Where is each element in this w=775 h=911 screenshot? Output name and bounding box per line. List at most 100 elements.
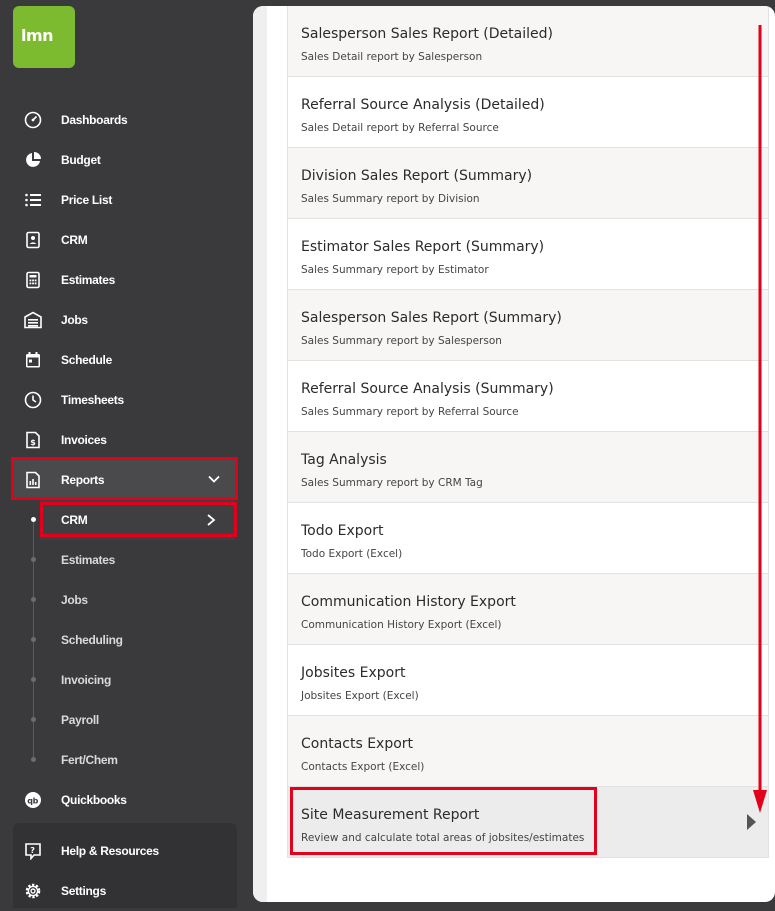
report-row[interactable]: Todo Export Todo Export (Excel) — [288, 503, 768, 574]
report-row[interactable]: Referral Source Analysis (Detailed) Sale… — [288, 77, 768, 148]
report-title: Jobsites Export — [301, 665, 406, 681]
report-subtitle: Communication History Export (Excel) — [301, 619, 502, 631]
sidebar-item-label: CRM — [61, 233, 88, 247]
report-title: Referral Source Analysis (Detailed) — [301, 97, 545, 113]
logo-text: lmn — [21, 26, 54, 45]
report-row[interactable]: Estimator Sales Report (Summary) Sales S… — [288, 219, 768, 290]
sidebar-item-timesheets[interactable]: Timesheets — [13, 380, 235, 420]
submenu-dot — [31, 637, 36, 642]
invoice-icon: $ — [24, 431, 42, 449]
sidebar-item-label: Jobs — [61, 313, 88, 327]
pie-chart-icon — [24, 151, 42, 169]
list-icon — [24, 191, 42, 209]
submenu-item-label: Estimates — [61, 553, 115, 567]
submenu-dot — [31, 557, 36, 562]
highlight-box — [11, 457, 238, 500]
sidebar-item-label: Estimates — [61, 273, 115, 287]
submenu-dot — [31, 757, 36, 762]
submenu-item-label: Fert/Chem — [61, 753, 118, 767]
submenu-item-label: Invoicing — [61, 673, 111, 687]
report-row[interactable]: Contacts Export Contacts Export (Excel) — [288, 716, 768, 787]
report-subtitle: Sales Summary report by Division — [301, 193, 480, 205]
scroll-down-arrow-annotation — [753, 25, 767, 813]
sidebar-item-label: Quickbooks — [61, 793, 127, 807]
sidebar-item-settings[interactable]: Settings — [13, 871, 235, 911]
sidebar: lmn Dashboards Budget Price List CRM Est… — [0, 0, 253, 908]
report-row[interactable]: Salesperson Sales Report (Detailed) Sale… — [288, 6, 768, 77]
submenu-dot — [31, 517, 36, 522]
submenu-item-payroll[interactable]: Payroll — [40, 700, 235, 740]
report-subtitle: Sales Summary report by Referral Source — [301, 406, 519, 418]
submenu-item-scheduling[interactable]: Scheduling — [40, 620, 235, 660]
report-subtitle: Sales Summary report by Salesperson — [301, 335, 502, 347]
report-subtitle: Todo Export (Excel) — [301, 548, 403, 560]
contact-card-icon — [24, 231, 42, 249]
sidebar-item-label: Price List — [61, 193, 113, 207]
dashboard-icon — [24, 111, 42, 129]
submenu-item-invoicing[interactable]: Invoicing — [40, 660, 235, 700]
sidebar-item-label: Invoices — [61, 433, 107, 447]
sidebar-item-label: Settings — [61, 884, 106, 898]
submenu-item-label: Jobs — [61, 593, 88, 607]
report-row[interactable]: Tag Analysis Sales Summary report by CRM… — [288, 432, 768, 503]
sidebar-item-label: Schedule — [61, 353, 112, 367]
submenu-item-label: Payroll — [61, 713, 99, 727]
sidebar-item-crm[interactable]: CRM — [13, 220, 235, 260]
lmn-logo[interactable]: lmn — [13, 6, 75, 68]
report-subtitle: Sales Detail report by Referral Source — [301, 122, 499, 134]
report-title: Todo Export — [301, 523, 384, 539]
report-title: Contacts Export — [301, 736, 414, 752]
submenu-item-estimates[interactable]: Estimates — [40, 540, 235, 580]
sidebar-item-budget[interactable]: Budget — [13, 140, 235, 180]
report-title: Division Sales Report (Summary) — [301, 168, 533, 184]
sidebar-item-invoices[interactable]: $ Invoices — [13, 420, 235, 460]
report-title: Tag Analysis — [301, 452, 387, 468]
report-title: Estimator Sales Report (Summary) — [301, 239, 545, 255]
report-row[interactable]: Communication History Export Communicati… — [288, 574, 768, 645]
report-title: Salesperson Sales Report (Summary) — [301, 310, 562, 326]
sidebar-item-label: Timesheets — [61, 393, 124, 407]
gear-icon — [24, 882, 42, 900]
report-subtitle: Jobsites Export (Excel) — [301, 690, 419, 702]
submenu-dot — [31, 717, 36, 722]
sidebar-item-dashboards[interactable]: Dashboards — [13, 100, 235, 140]
svg-text:qb: qb — [27, 797, 38, 806]
report-row[interactable]: Jobsites Export Jobsites Export (Excel) — [288, 645, 768, 716]
highlight-box — [290, 787, 597, 855]
calendar-icon — [24, 351, 42, 369]
report-subtitle: Sales Detail report by Salesperson — [301, 51, 483, 63]
help-icon: ? — [24, 842, 42, 860]
submenu-item-label: Scheduling — [61, 633, 123, 647]
report-row[interactable]: Salesperson Sales Report (Summary) Sales… — [288, 290, 768, 361]
report-title: Communication History Export — [301, 594, 516, 610]
highlight-box — [40, 502, 237, 537]
garage-icon — [24, 311, 42, 329]
report-subtitle: Contacts Export (Excel) — [301, 761, 425, 773]
svg-text:$: $ — [30, 438, 36, 447]
sidebar-item-price-list[interactable]: Price List — [13, 180, 235, 220]
calculator-icon — [24, 271, 42, 289]
caret-right-icon — [747, 814, 756, 830]
report-row[interactable]: Division Sales Report (Summary) Sales Su… — [288, 148, 768, 219]
report-row[interactable]: Referral Source Analysis (Summary) Sales… — [288, 361, 768, 432]
sidebar-item-label: Budget — [61, 153, 101, 167]
sidebar-item-estimates[interactable]: Estimates — [13, 260, 235, 300]
sidebar-item-schedule[interactable]: Schedule — [13, 340, 235, 380]
clock-icon — [24, 391, 42, 409]
reports-panel: Salesperson Sales Report (Detailed) Sale… — [253, 6, 775, 902]
submenu-dot — [31, 677, 36, 682]
submenu-item-jobs[interactable]: Jobs — [40, 580, 235, 620]
report-subtitle: Sales Summary report by Estimator — [301, 264, 489, 276]
sidebar-item-label: Dashboards — [61, 113, 128, 127]
report-subtitle: Sales Summary report by CRM Tag — [301, 477, 483, 489]
report-title: Referral Source Analysis (Summary) — [301, 381, 554, 397]
submenu-item-fert-chem[interactable]: Fert/Chem — [40, 740, 235, 780]
submenu-dot — [31, 597, 36, 602]
panel-gutter — [253, 6, 267, 902]
sidebar-item-quickbooks[interactable]: qb Quickbooks — [13, 780, 235, 820]
sidebar-item-jobs[interactable]: Jobs — [13, 300, 235, 340]
report-title: Salesperson Sales Report (Detailed) — [301, 26, 553, 42]
sidebar-item-label: Help & Resources — [61, 844, 159, 858]
svg-text:?: ? — [30, 846, 35, 855]
sidebar-item-help[interactable]: ? Help & Resources — [13, 831, 235, 871]
